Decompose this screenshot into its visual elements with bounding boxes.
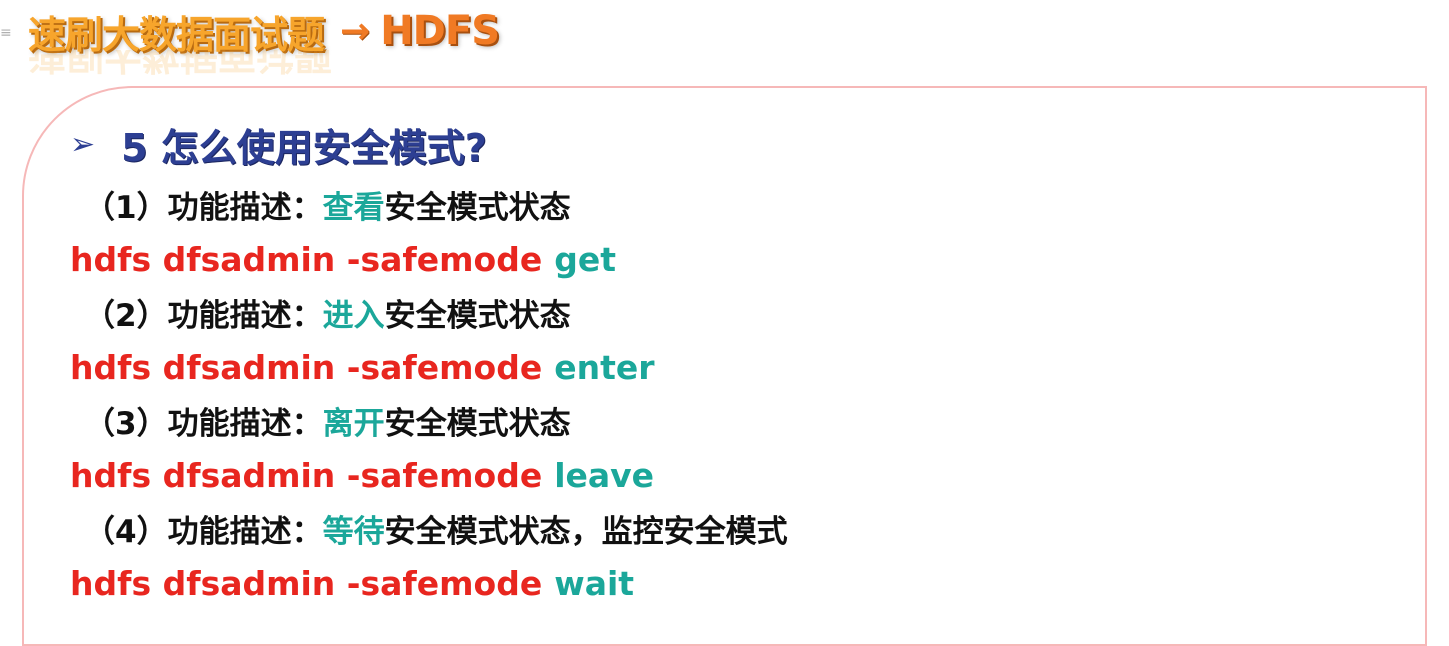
section-heading-text: 5 怎么使用安全模式?: [121, 125, 487, 170]
command-text: hdfs dfsadmin -safemode: [70, 563, 543, 603]
item-description-prefix: （1）功能描述：: [84, 189, 323, 226]
command-argument: leave: [554, 455, 655, 495]
command-argument: wait: [554, 563, 635, 603]
bullet-arrow-icon: ➢: [70, 126, 96, 162]
banner-reflection: 速刷大数据面试题: [28, 50, 332, 86]
item-description-highlight: 等待: [322, 513, 385, 550]
item-description-highlight: 进入: [322, 297, 385, 334]
command-line: hdfs dfsadmin -safemode enter: [70, 344, 655, 390]
item-description-highlight: 离开: [322, 405, 385, 442]
item-description: （4）功能描述： 等待 安全模式状态，监控安全模式: [84, 506, 788, 550]
menu-icon[interactable]: ≡: [0, 26, 12, 40]
item-description-suffix: 安全模式状态，监控安全模式: [384, 513, 788, 550]
item-description-suffix: 安全模式状态: [384, 405, 571, 442]
command-argument: get: [554, 239, 616, 279]
arrow-right-icon: →: [340, 10, 371, 52]
command-text: hdfs dfsadmin -safemode: [70, 239, 543, 279]
item-description-suffix: 安全模式状态: [384, 297, 571, 334]
command-line: hdfs dfsadmin -safemode get: [70, 236, 616, 282]
banner-topic: HDFS: [380, 8, 500, 54]
item-description: （3）功能描述： 离开 安全模式状态: [84, 398, 571, 442]
item-description-highlight: 查看: [322, 189, 385, 226]
command-line: hdfs dfsadmin -safemode leave: [70, 452, 654, 498]
command-line: hdfs dfsadmin -safemode wait: [70, 560, 634, 606]
banner-reflection-text: 速刷大数据面试题: [28, 50, 333, 77]
command-text: hdfs dfsadmin -safemode: [70, 455, 543, 495]
section-heading: ➢ 5 怎么使用安全模式?: [70, 118, 487, 170]
item-description-prefix: （4）功能描述：: [84, 513, 323, 550]
item-description-prefix: （2）功能描述：: [84, 297, 323, 334]
command-argument: enter: [554, 347, 655, 387]
item-description: （2）功能描述： 进入 安全模式状态: [84, 290, 571, 334]
item-description: （1）功能描述： 查看 安全模式状态: [84, 182, 571, 226]
command-text: hdfs dfsadmin -safemode: [70, 347, 543, 387]
item-description-prefix: （3）功能描述：: [84, 405, 323, 442]
slide-banner: 速刷大数据面试题 → HDFS: [28, 6, 500, 57]
item-description-suffix: 安全模式状态: [384, 189, 571, 226]
